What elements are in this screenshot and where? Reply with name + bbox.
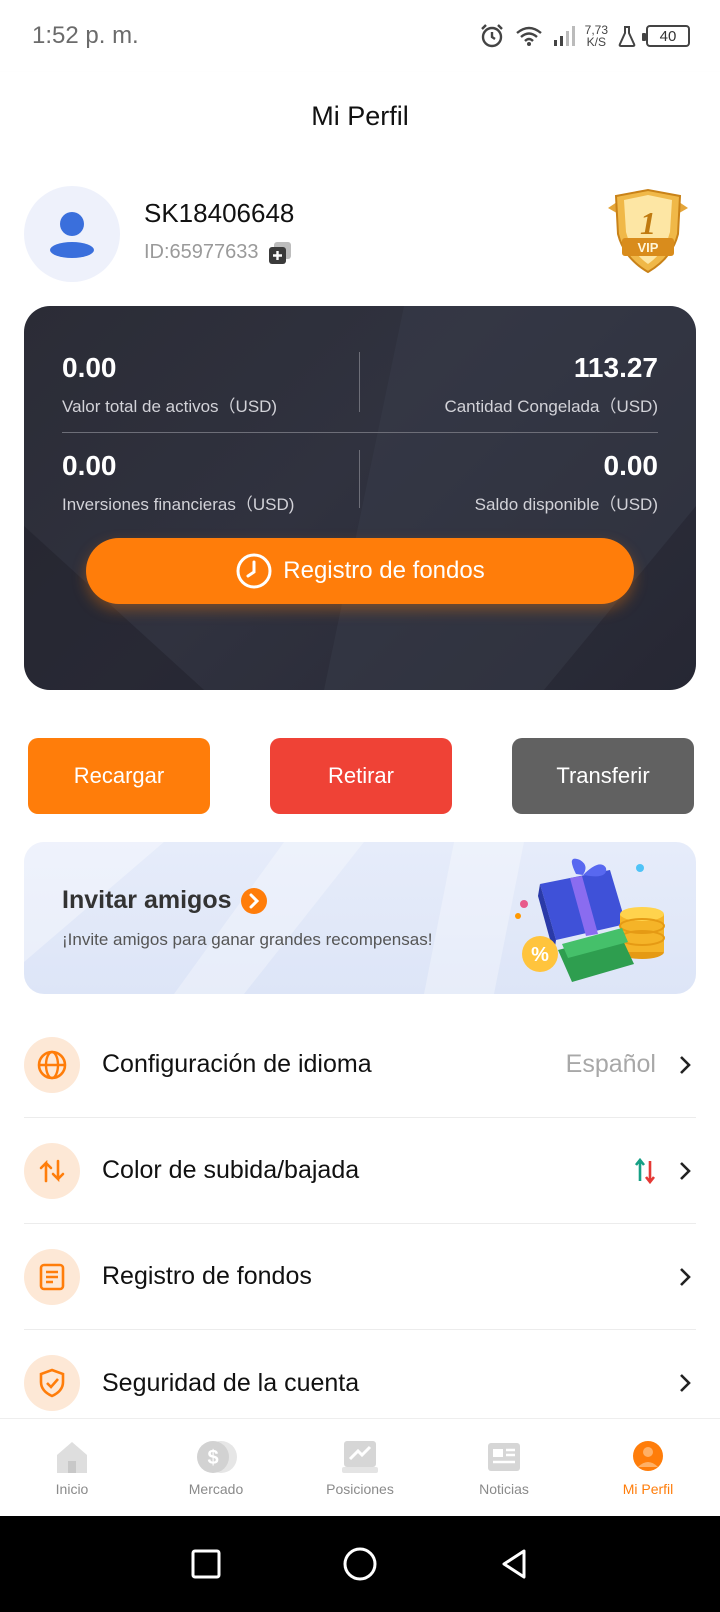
tab-home[interactable]: Inicio xyxy=(0,1419,144,1516)
vip-badge[interactable]: 1 VIP xyxy=(600,186,696,276)
tab-positions[interactable]: Posiciones xyxy=(288,1419,432,1516)
menu-item-label: Registro de fondos xyxy=(102,1262,312,1290)
up-down-color-indicator-icon xyxy=(634,1157,656,1184)
status-time: 1:52 p. m. xyxy=(32,22,139,49)
status-bar: 1:52 p. m. 7,73 K/S 40 xyxy=(0,0,720,72)
vip-text: VIP xyxy=(638,240,659,255)
menu-item-account-security[interactable]: Seguridad de la cuenta xyxy=(24,1330,696,1418)
menu-item-label: Seguridad de la cuenta xyxy=(102,1368,360,1397)
user-id: ID:65977633 xyxy=(144,240,259,263)
assets-card: 0.00 Valor total de activos（USD) 113.27 … xyxy=(24,306,696,690)
funds-record-button[interactable]: Registro de fondos xyxy=(86,538,634,604)
financial-investments: 0.00 Inversiones financieras（USD) xyxy=(62,450,294,515)
frozen-amount-label: Cantidad Congelada（USD) xyxy=(444,397,658,416)
invite-title-row: Invitar amigos xyxy=(62,886,268,915)
wifi-icon xyxy=(515,26,542,46)
available-balance-label: Saldo disponible（USD) xyxy=(474,495,658,514)
tab-market[interactable]: $ Mercado xyxy=(144,1419,288,1516)
network-speed-unit: K/S xyxy=(586,35,606,49)
action-buttons: Recargar Retirar Transferir xyxy=(28,738,694,814)
page-header: Mi Perfil xyxy=(0,72,720,160)
frozen-amount-value: 113.27 xyxy=(573,352,658,383)
profile-content[interactable]: SK18406648 ID:65977633 1 VIP 0.00 Valor … xyxy=(0,160,720,1418)
invite-subtitle: ¡Invite amigos para ganar grandes recomp… xyxy=(62,930,433,949)
menu-item-label: Configuración de idioma xyxy=(102,1050,372,1078)
user-id-row: ID:65977633 xyxy=(144,240,291,264)
invite-title: Invitar amigos xyxy=(62,886,232,914)
status-icons: 7,73 K/S 40 xyxy=(479,23,690,49)
system-navigation-bar xyxy=(0,1516,720,1612)
coin-icon: $ xyxy=(197,1440,237,1473)
transfer-button[interactable]: Transferir xyxy=(512,738,694,814)
page-title: Mi Perfil xyxy=(311,100,409,131)
alarm-icon xyxy=(480,24,503,48)
swap-arrows-icon xyxy=(24,1142,80,1199)
tab-label: Mercado xyxy=(188,1480,244,1497)
shield-check-icon xyxy=(24,1355,80,1411)
back-button[interactable] xyxy=(498,1548,530,1580)
tab-news[interactable]: Noticias xyxy=(432,1419,576,1516)
tab-label: Posiciones xyxy=(326,1480,394,1497)
funds-record-button-label: Registro de fondos xyxy=(283,557,485,584)
home-button[interactable] xyxy=(342,1546,378,1582)
avatar[interactable] xyxy=(24,186,120,282)
gift-illustration: % xyxy=(515,858,665,982)
frozen-amount: 113.27 Cantidad Congelada（USD) xyxy=(444,352,658,417)
svg-text:$: $ xyxy=(207,1447,218,1469)
document-icon xyxy=(24,1248,80,1305)
total-assets-label: Valor total de activos（USD) xyxy=(62,397,278,416)
network-speed: 7,73 K/S xyxy=(585,24,608,48)
clock-icon xyxy=(236,553,272,589)
menu-item-funds-record[interactable]: Registro de fondos xyxy=(24,1224,696,1330)
chevron-right-icon xyxy=(680,1374,691,1392)
menu-item-label: Color de subida/bajada xyxy=(102,1156,360,1184)
home-icon xyxy=(57,1441,87,1473)
available-balance: 0.00 Saldo disponible（USD) xyxy=(475,450,658,515)
signal-icon xyxy=(553,26,575,46)
divider xyxy=(359,352,360,412)
svg-text:%: % xyxy=(531,944,549,966)
bottom-tab-bar: Inicio $ Mercado Posiciones Noticias Mi … xyxy=(0,1418,720,1516)
chevron-right-icon xyxy=(680,1267,691,1286)
tab-label: Noticias xyxy=(479,1480,529,1497)
chevron-right-icon xyxy=(680,1161,691,1180)
available-balance-value: 0.00 xyxy=(603,450,659,481)
user-icon xyxy=(50,212,94,258)
profile-card: SK18406648 ID:65977633 1 VIP xyxy=(24,186,696,282)
recharge-button[interactable]: Recargar xyxy=(28,738,210,814)
chevron-right-icon xyxy=(680,1055,691,1074)
recents-button[interactable] xyxy=(190,1548,222,1580)
settings-menu: Configuración de idioma Español Color de… xyxy=(24,1012,696,1418)
vip-level: 1 xyxy=(640,205,656,241)
language-value: Español xyxy=(565,1050,656,1078)
arrow-right-circle-icon xyxy=(240,887,267,914)
tab-label: Mi Perfil xyxy=(622,1480,674,1497)
divider xyxy=(359,450,360,508)
newspaper-icon xyxy=(488,1442,520,1471)
total-assets: 0.00 Valor total de activos（USD) xyxy=(62,352,277,417)
username: SK18406648 xyxy=(144,198,295,228)
tab-profile[interactable]: Mi Perfil xyxy=(576,1419,720,1516)
total-assets-value: 0.00 xyxy=(62,352,117,383)
financial-investments-label: Inversiones financieras（USD) xyxy=(62,495,295,514)
financial-investments-value: 0.00 xyxy=(62,450,117,481)
copy-icon[interactable] xyxy=(267,240,291,264)
withdraw-button[interactable]: Retirar xyxy=(270,738,452,814)
globe-icon xyxy=(24,1036,80,1093)
menu-item-up-down-color[interactable]: Color de subida/bajada xyxy=(24,1118,696,1224)
profile-tab-icon xyxy=(633,1440,663,1471)
chart-board-icon xyxy=(342,1440,378,1473)
battery-icon: 40 xyxy=(642,25,690,47)
menu-item-language[interactable]: Configuración de idioma Español xyxy=(24,1012,696,1118)
invite-friends-banner[interactable]: Invitar amigos ¡Invite amigos para ganar… xyxy=(24,842,696,994)
flask-icon xyxy=(618,26,636,47)
tab-label: Inicio xyxy=(55,1480,89,1497)
divider xyxy=(62,432,658,433)
